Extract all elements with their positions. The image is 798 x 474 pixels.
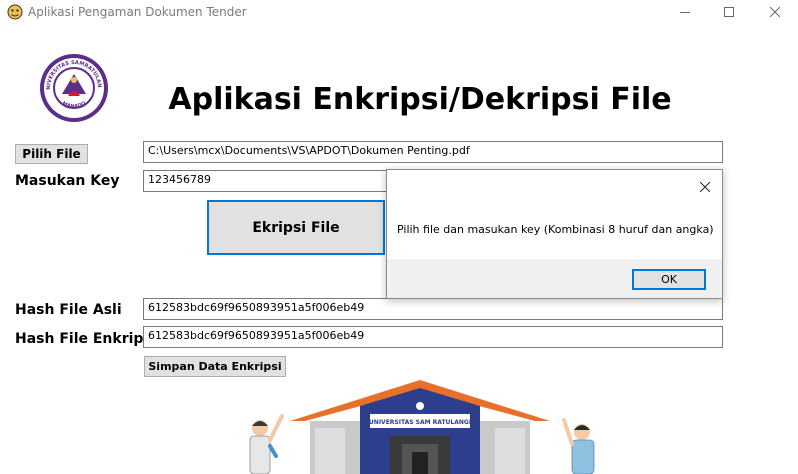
minimize-button[interactable]: [662, 0, 708, 24]
hash-original-label: Hash File Asli: [15, 302, 122, 318]
campus-illustration: UNIVERSITAS SAM RATULANGI: [249, 380, 595, 474]
save-encryption-button[interactable]: Simpan Data Enkripsi: [144, 356, 286, 377]
key-label: Masukan Key: [15, 173, 120, 189]
window-title: Aplikasi Pengaman Dokumen Tender: [28, 5, 247, 19]
page-title: Aplikasi Enkripsi/Dekripsi File: [168, 82, 672, 117]
dialog-footer: OK: [387, 259, 722, 298]
encrypt-button[interactable]: Ekripsi File: [207, 200, 385, 255]
window-titlebar: Aplikasi Pengaman Dokumen Tender: [0, 0, 798, 24]
close-button[interactable]: [752, 0, 798, 24]
message-dialog: Pilih file dan masukan key (Kombinasi 8 …: [386, 169, 723, 299]
hash-encrypted-label: Hash File Enkripsi: [15, 331, 157, 347]
file-path-input[interactable]: C:\Users\mcx\Documents\VS\APDOT\Dokumen …: [143, 141, 723, 163]
maximize-button[interactable]: [706, 0, 752, 24]
building-sign: UNIVERSITAS SAM RATULANGI: [369, 419, 471, 426]
university-logo: UNIVERSITAS SAMRATULANGI MANADO: [38, 52, 108, 122]
hash-encrypted-input[interactable]: 612583bdc69f9650893951a5f006eb49: [143, 326, 723, 348]
dialog-close-button[interactable]: [694, 176, 716, 198]
close-icon: [700, 182, 710, 192]
close-icon: [770, 7, 780, 17]
app-icon: [7, 4, 23, 20]
dialog-message: Pilih file dan masukan key (Kombinasi 8 …: [397, 223, 714, 236]
hash-original-input[interactable]: 612583bdc69f9650893951a5f006eb49: [143, 298, 723, 320]
minimize-icon: [680, 12, 690, 13]
pick-file-button[interactable]: Pilih File: [15, 144, 88, 164]
dialog-ok-button[interactable]: OK: [632, 269, 706, 290]
maximize-icon: [724, 7, 734, 17]
